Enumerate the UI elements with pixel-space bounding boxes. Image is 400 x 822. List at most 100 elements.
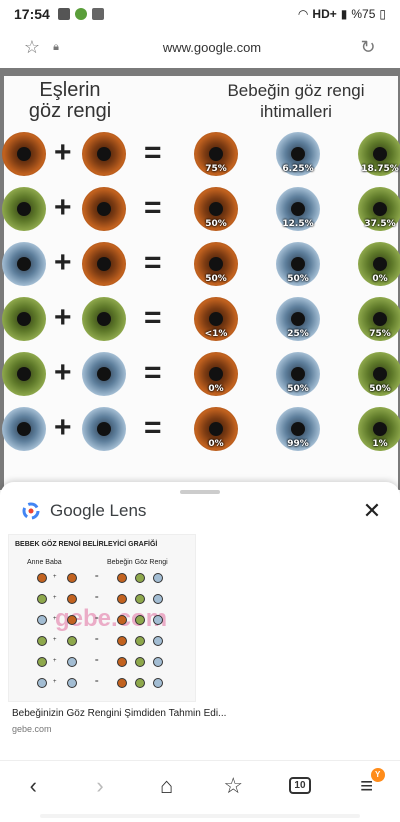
thumb-eye <box>37 615 47 625</box>
thumb-eye <box>37 636 47 646</box>
result-thumbnail[interactable]: BEBEK GÖZ RENGİ BELİRLEYİCİ GRAFİĞİ Anne… <box>8 534 196 702</box>
back-icon[interactable]: ‹ <box>13 766 53 806</box>
probability-label: 0% <box>208 439 224 449</box>
close-icon[interactable]: ✕ <box>358 498 386 524</box>
baby-eye-blue: 12.5% <box>276 187 320 231</box>
parent1-eye <box>2 242 46 286</box>
thumb-eye <box>135 636 145 646</box>
thumb-eye <box>37 573 47 583</box>
forward-icon[interactable]: › <box>80 766 120 806</box>
thumb-eye <box>37 678 47 688</box>
battery-label: %75 <box>351 7 376 21</box>
menu-icon[interactable]: ≡ Y <box>347 766 387 806</box>
pupil <box>373 202 387 216</box>
thumb-eye <box>153 615 163 625</box>
menu-badge: Y <box>370 767 385 782</box>
thumb-equals: = <box>95 616 99 622</box>
result-title[interactable]: Bebeğinizin Göz Rengini Şimdiden Tahmin … <box>12 708 226 719</box>
lens-header: Google Lens ✕ <box>20 496 386 526</box>
baby-eye-green: 50% <box>358 352 400 396</box>
baby-eye-blue: 50% <box>276 242 320 286</box>
google-lens-icon <box>22 502 40 520</box>
pupil <box>17 422 31 436</box>
pupil <box>373 147 387 161</box>
url-text[interactable]: www.google.com <box>68 40 356 55</box>
pupil <box>97 257 111 271</box>
pupil <box>373 312 387 326</box>
thumb-eye <box>135 573 145 583</box>
pupil <box>97 202 111 216</box>
thumb-plus: + <box>53 658 57 664</box>
thumb-eye <box>117 594 127 604</box>
baby-eye-green: 37.5% <box>358 187 400 231</box>
thumb-eye <box>135 678 145 688</box>
baby-eye-brown: 50% <box>194 187 238 231</box>
equals-sign: = <box>144 246 162 279</box>
address-bar[interactable]: ☆ 🔒︎ www.google.com ↻ <box>0 28 400 66</box>
thumb-eye <box>117 636 127 646</box>
pupil <box>97 147 111 161</box>
thumb-eye <box>67 573 77 583</box>
probability-label: 0% <box>208 384 224 394</box>
thumb-eye <box>135 594 145 604</box>
thumb-title: BEBEK GÖZ RENGİ BELİRLEYİCİ GRAFİĞİ <box>15 541 158 548</box>
bookmark-star-icon[interactable]: ☆ <box>20 35 44 59</box>
tabs-button[interactable]: 10 <box>280 766 320 806</box>
equals-sign: = <box>144 191 162 224</box>
pupil <box>291 367 305 381</box>
thumb-plus: + <box>53 595 57 601</box>
pupil <box>373 367 387 381</box>
probability-label: 37.5% <box>364 219 396 229</box>
baby-eye-green: 18.75% <box>358 132 400 176</box>
probability-label: 12.5% <box>282 219 314 229</box>
thumb-eye <box>37 594 47 604</box>
gesture-bar <box>40 814 360 818</box>
lens-sheet: Google Lens ✕ BEBEK GÖZ RENGİ BELİRLEYİC… <box>0 482 400 762</box>
plus-sign: + <box>54 301 72 334</box>
thumb-col-left: Anne Baba <box>27 559 62 566</box>
home-icon[interactable]: ⌂ <box>147 766 187 806</box>
pupil <box>17 367 31 381</box>
baby-eye-blue: 6.25% <box>276 132 320 176</box>
reload-icon[interactable]: ↻ <box>356 35 380 59</box>
baby-eye-brown: 0% <box>194 352 238 396</box>
equals-sign: = <box>144 411 162 444</box>
thumb-eye <box>153 594 163 604</box>
thumb-plus: + <box>53 679 57 685</box>
browser-nav-bar: ‹ › ⌂ ☆ 10 ≡ Y <box>0 760 400 810</box>
pupil <box>97 312 111 326</box>
pupil <box>291 257 305 271</box>
thumb-eye <box>67 615 77 625</box>
status-right: ◠ HD+ ▮ %75 ▯ <box>298 7 386 21</box>
thumb-eye <box>67 657 77 667</box>
folder-icon <box>57 8 70 20</box>
baby-eye-brown: <1% <box>194 297 238 341</box>
baby-eye-blue: 99% <box>276 407 320 451</box>
thumb-equals: = <box>95 658 99 664</box>
lens-title: Google Lens <box>50 501 147 520</box>
thumb-eye <box>117 657 127 667</box>
thumb-equals: = <box>95 679 99 685</box>
thumb-plus: + <box>53 616 57 622</box>
baby-eye-green: 75% <box>358 297 400 341</box>
thumb-eye <box>117 615 127 625</box>
baby-eye-brown: 0% <box>194 407 238 451</box>
pupil <box>17 202 31 216</box>
bookmark-icon[interactable]: ☆ <box>213 766 253 806</box>
probability-label: 50% <box>205 274 227 284</box>
parent1-eye <box>2 297 46 341</box>
pupil <box>17 312 31 326</box>
probability-label: <1% <box>204 329 228 339</box>
pupil <box>209 147 223 161</box>
thumb-equals: = <box>95 574 99 580</box>
parent1-eye <box>2 407 46 451</box>
drag-handle[interactable] <box>180 490 220 494</box>
battery-icon: ▯ <box>379 7 386 21</box>
probability-label: 25% <box>287 329 309 339</box>
pupil <box>97 367 111 381</box>
probability-label: 75% <box>205 164 227 174</box>
probability-label: 50% <box>287 274 309 284</box>
thumb-eye <box>153 657 163 667</box>
image-viewer: Eşlerin göz rengi Bebeğin göz rengi ihti… <box>0 68 400 546</box>
parent2-eye <box>82 132 126 176</box>
